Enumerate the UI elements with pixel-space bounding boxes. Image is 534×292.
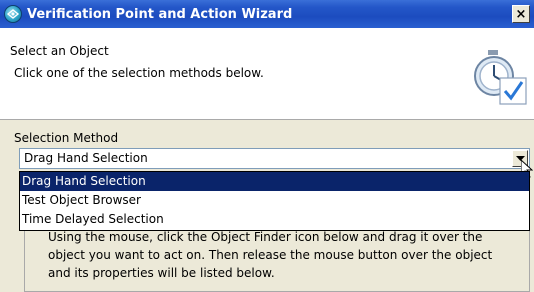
- description-line: object you want to act on. Then release …: [48, 248, 493, 262]
- selection-method-label: Selection Method: [14, 131, 119, 145]
- selection-method-combo[interactable]: Drag Hand Selection: [19, 148, 530, 169]
- selection-method-dropdown[interactable]: Drag Hand Selection Test Object Browser …: [19, 171, 530, 231]
- dropdown-option-test-object-browser[interactable]: Test Object Browser: [20, 191, 529, 210]
- dropdown-option-drag-hand[interactable]: Drag Hand Selection: [20, 172, 529, 191]
- page-subtitle: Click one of the selection methods below…: [14, 66, 264, 80]
- page-title: Select an Object: [10, 44, 109, 58]
- dropdown-option-time-delayed[interactable]: Time Delayed Selection: [20, 210, 529, 229]
- object-finder-icon: [4, 5, 22, 23]
- stopwatch-checkmark-icon: [474, 48, 530, 110]
- description-text: Using the mouse, click the Object Finder…: [48, 228, 518, 282]
- wizard-header: Select an Object Click one of the select…: [0, 28, 534, 120]
- window-title: Verification Point and Action Wizard: [27, 6, 293, 22]
- combo-value: Drag Hand Selection: [24, 151, 148, 165]
- description-line: and its properties will be listed below.: [48, 266, 275, 280]
- close-button[interactable]: ×: [512, 5, 530, 23]
- title-bar[interactable]: Verification Point and Action Wizard ×: [0, 0, 534, 28]
